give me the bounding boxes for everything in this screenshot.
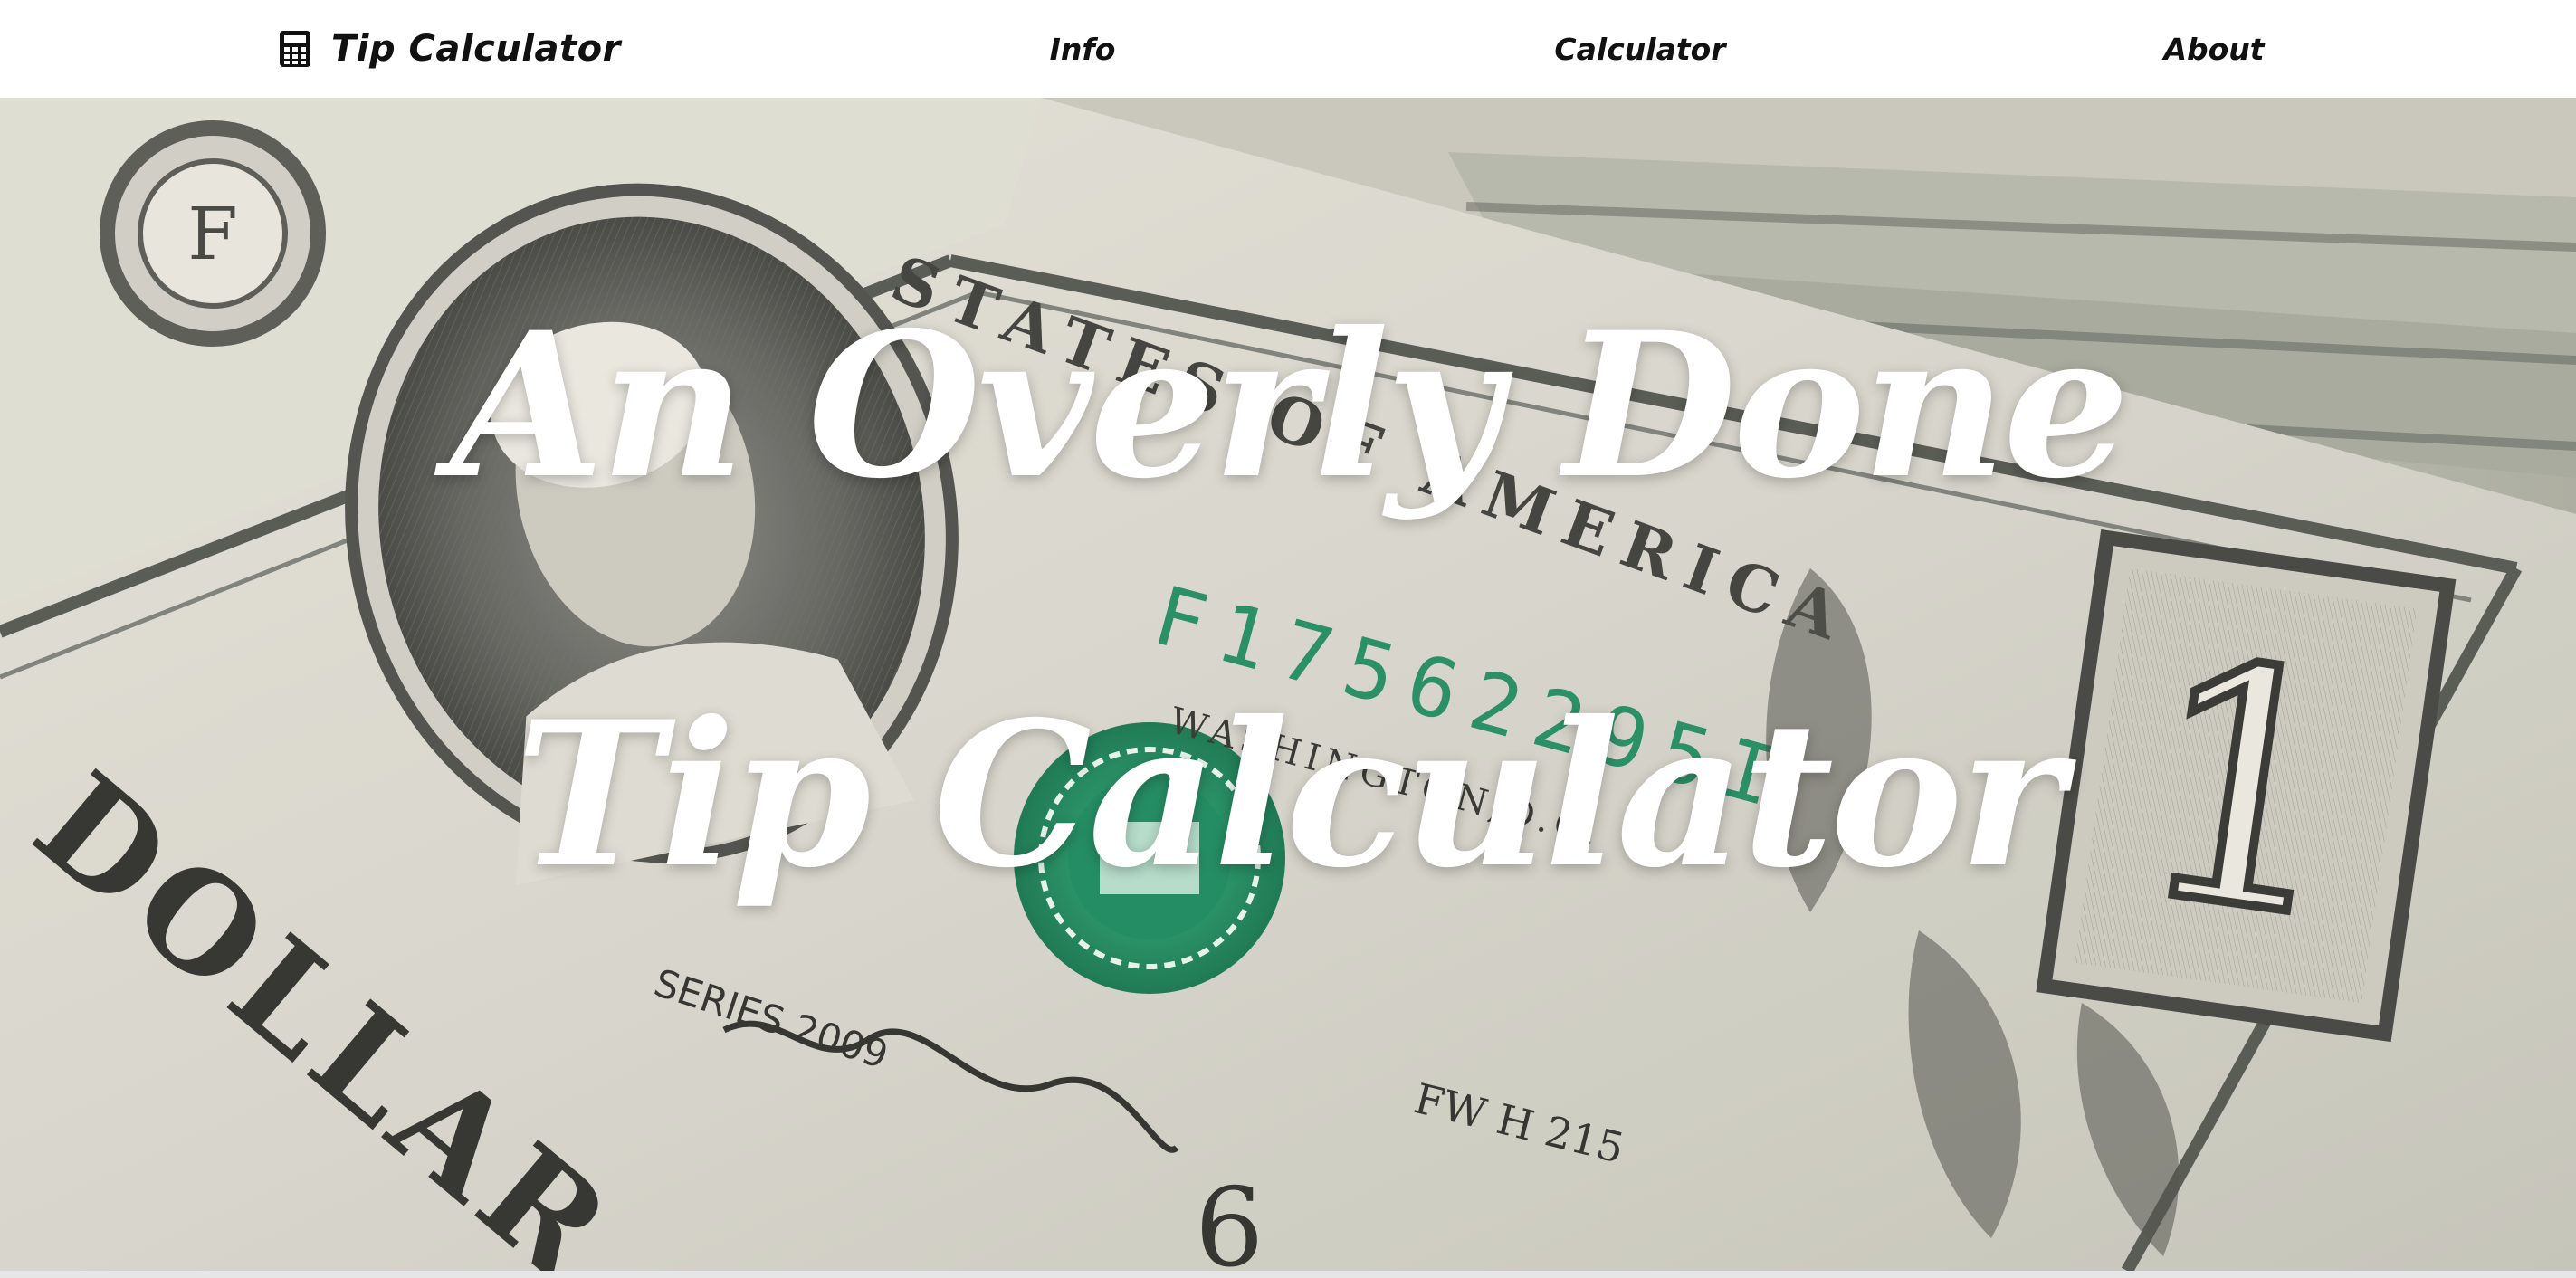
top-navbar: Tip Calculator Info Calculator About: [0, 0, 2576, 98]
brand-name: Tip Calculator: [331, 28, 621, 70]
nav-link-calculator[interactable]: Calculator: [1544, 0, 1736, 98]
hero-title-line-2: Tip Calculator: [515, 677, 2064, 911]
nav-link-info[interactable]: Info: [1032, 0, 1133, 98]
calculator-icon: [280, 31, 310, 67]
hero-title-line-1: An Overly Done: [449, 288, 2130, 522]
nav-link-about[interactable]: About: [2151, 0, 2277, 98]
page-bottom-edge: [0, 1271, 2576, 1278]
hero-section: F 1 F17562295I WASHINGTON,D.C. DOLLAR ST…: [0, 98, 2576, 1271]
brand-link[interactable]: Tip Calculator: [279, 0, 621, 98]
